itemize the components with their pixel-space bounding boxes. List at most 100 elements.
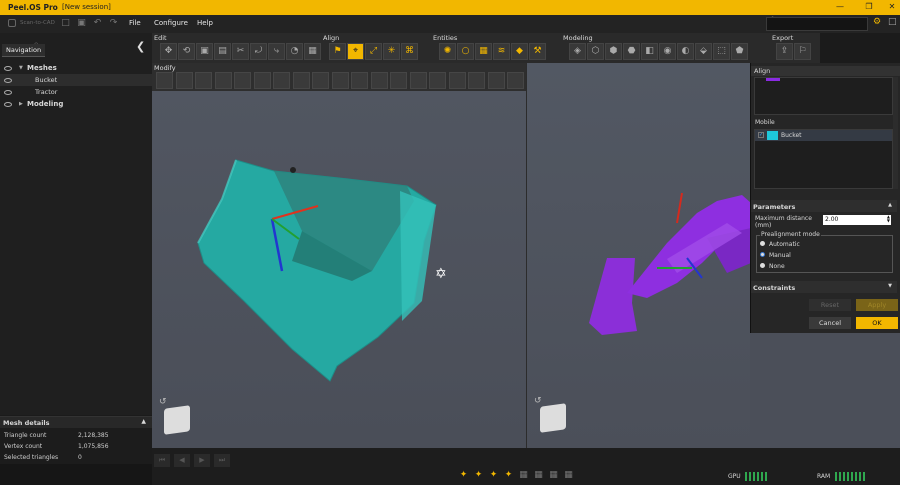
save-icon[interactable]: ▣ — [76, 18, 87, 29]
chevron-up-icon[interactable]: ▲ — [888, 202, 892, 208]
modify-tool-button[interactable] — [312, 72, 329, 89]
radio-automatic[interactable]: Automatic — [760, 241, 800, 248]
tree-item-meshes[interactable]: ▼ Meshes — [0, 62, 152, 74]
mesh-details-header[interactable]: Mesh details ▲ — [0, 417, 152, 428]
collapse-panel-icon[interactable]: ❮ — [136, 40, 145, 53]
tool-button[interactable]: ▦ — [304, 43, 321, 60]
tool-button[interactable]: ⬡ — [587, 43, 604, 60]
modify-tool-button[interactable] — [214, 72, 232, 89]
tool-button[interactable]: ▦ — [475, 43, 492, 60]
eye-icon[interactable] — [4, 78, 12, 83]
close-icon[interactable]: ✕ — [880, 2, 900, 11]
menu-help[interactable]: Help — [197, 19, 213, 27]
reference-list[interactable] — [754, 77, 893, 115]
apply-button[interactable]: Apply — [856, 299, 898, 311]
mobile-list-item[interactable]: ✓ Bucket — [755, 130, 892, 141]
selection-tool-icon[interactable]: ▦ — [563, 470, 574, 481]
view-cube-icon[interactable] — [164, 405, 190, 435]
skip-back-icon[interactable]: ⏮ — [154, 454, 170, 467]
tractor-mesh[interactable] — [527, 63, 751, 448]
undo-icon[interactable]: ↶ — [92, 18, 103, 29]
tool-button[interactable]: ▤ — [214, 43, 231, 60]
bucket-mesh[interactable] — [152, 91, 526, 448]
scan-to-cad-label[interactable]: Scan-to-CAD — [20, 20, 55, 26]
parameters-header[interactable]: Parameters ▲ — [751, 200, 897, 212]
new-file-icon[interactable]: □ — [60, 18, 71, 29]
tool-button[interactable]: ◉ — [659, 43, 676, 60]
tool-button[interactable]: ◧ — [641, 43, 658, 60]
selection-tool-icon[interactable]: ✦ — [503, 470, 514, 481]
tree-item-modeling[interactable]: ▶ Modeling — [0, 98, 152, 110]
tool-button[interactable]: ✺ — [439, 43, 456, 60]
spin-arrows-icon[interactable]: ▲ ▼ — [887, 215, 890, 223]
tool-button[interactable]: ✂ — [232, 43, 249, 60]
eye-icon[interactable] — [4, 90, 12, 95]
modify-tool-button[interactable] — [195, 72, 212, 89]
max-distance-input[interactable]: 2.00 ▲ ▼ — [823, 215, 891, 225]
tool-button[interactable]: ⇪ — [776, 43, 793, 60]
tree-item-tractor[interactable]: Tractor — [0, 86, 152, 98]
scrollbar[interactable] — [893, 77, 898, 189]
modify-tool-button[interactable] — [487, 72, 505, 89]
modify-tool-button[interactable] — [234, 72, 251, 89]
expand-icon[interactable]: ▶ — [19, 98, 23, 110]
tab-navigation[interactable]: Navigation — [2, 44, 46, 57]
minimize-icon[interactable]: — — [828, 2, 852, 11]
constraints-header[interactable]: Constraints ▼ — [751, 281, 897, 293]
scan-icon[interactable] — [8, 19, 16, 27]
tool-button[interactable]: ⬙ — [695, 43, 712, 60]
search-input[interactable] — [766, 17, 868, 31]
selection-tool-icon[interactable]: ▦ — [533, 470, 544, 481]
modify-tool-button[interactable] — [448, 72, 466, 89]
modify-tool-button[interactable] — [292, 72, 310, 89]
menu-configure[interactable]: Configure — [154, 19, 188, 27]
tool-button[interactable]: ⤷ — [268, 43, 285, 60]
step-back-icon[interactable]: ◀ — [174, 454, 190, 467]
tool-button[interactable]: ⚑ — [329, 43, 346, 60]
tool-button[interactable]: ≋ — [493, 43, 510, 60]
menu-file[interactable]: File — [129, 19, 141, 27]
tool-button[interactable]: ⚒ — [529, 43, 546, 60]
maximize-icon[interactable]: ❐ — [857, 2, 881, 11]
chat-icon[interactable]: □ — [888, 17, 897, 27]
checkbox-icon[interactable]: ✓ — [758, 132, 764, 138]
tool-button[interactable]: ▣ — [196, 43, 213, 60]
selection-tool-icon[interactable]: ▦ — [548, 470, 559, 481]
modify-tool-button[interactable] — [253, 72, 271, 89]
cancel-button[interactable]: Cancel — [809, 317, 851, 329]
tool-button[interactable]: ⚐ — [794, 43, 811, 60]
modify-tool-button[interactable] — [273, 72, 290, 89]
tool-button[interactable]: ◆ — [511, 43, 528, 60]
tree-item-bucket[interactable]: Bucket — [0, 74, 152, 86]
chevron-up-icon[interactable]: ▲ — [141, 418, 146, 425]
mobile-list[interactable]: ✓ Bucket — [754, 129, 893, 189]
modify-tool-button[interactable] — [331, 72, 349, 89]
modify-tool-button[interactable] — [370, 72, 388, 89]
skip-forward-icon[interactable]: ⏭ — [214, 454, 230, 467]
viewport-right[interactable]: ↺ — [526, 63, 751, 448]
view-cube-icon[interactable] — [540, 403, 566, 433]
tool-button[interactable]: ○ — [457, 43, 474, 60]
eye-icon[interactable] — [4, 102, 12, 107]
orbit-icon[interactable]: ↺ — [534, 396, 542, 406]
settings-icon[interactable]: ⚙ — [873, 17, 881, 27]
modify-tool-button[interactable] — [468, 72, 485, 89]
viewport-left[interactable]: ✡ ↺ — [152, 91, 526, 448]
modify-tool-button[interactable] — [351, 72, 368, 89]
tool-button[interactable]: ⟲ — [178, 43, 195, 60]
tool-button[interactable]: ⬟ — [731, 43, 748, 60]
tool-button[interactable]: ⬣ — [623, 43, 640, 60]
tool-button[interactable]: ✳ — [383, 43, 400, 60]
tool-button[interactable]: ⬚ — [713, 43, 730, 60]
modify-tool-button[interactable] — [409, 72, 427, 89]
radio-none[interactable]: None — [760, 263, 785, 270]
ok-button[interactable]: OK — [856, 317, 898, 329]
tool-button[interactable]: ◔ — [286, 43, 303, 60]
chevron-down-icon[interactable]: ▼ — [888, 283, 892, 289]
tool-button[interactable]: ⌘ — [401, 43, 418, 60]
eye-icon[interactable] — [4, 66, 12, 71]
modify-tool-button[interactable] — [390, 72, 407, 89]
modify-tool-button[interactable] — [156, 72, 173, 89]
modify-tool-button[interactable] — [507, 72, 524, 89]
selection-tool-icon[interactable]: ✦ — [488, 470, 499, 481]
